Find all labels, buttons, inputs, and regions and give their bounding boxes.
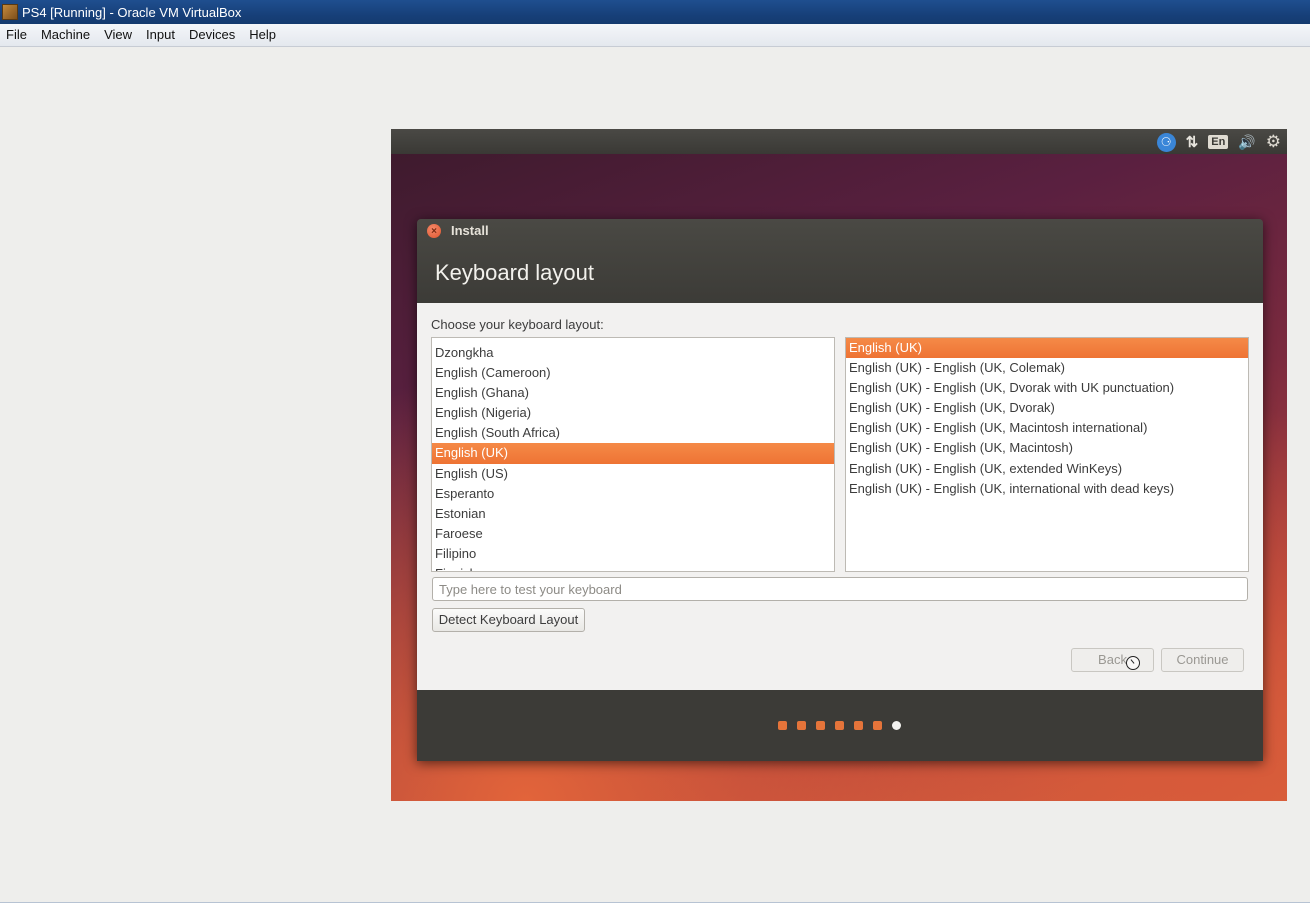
install-footer xyxy=(417,690,1263,761)
menu-machine[interactable]: Machine xyxy=(34,24,97,46)
detect-keyboard-layout-button[interactable]: Detect Keyboard Layout xyxy=(432,608,585,632)
layout-list-item[interactable]: English (UK) xyxy=(432,443,834,464)
layout-list[interactable]: Dzongkha English (Cameroon) English (Ghana… xyxy=(431,337,835,572)
variant-list-item[interactable]: English (UK) - English (UK, Dvorak with … xyxy=(846,378,1248,398)
vm-window-title: PS4 [Running] - Oracle VM VirtualBox xyxy=(22,4,242,20)
progress-dot xyxy=(778,721,787,730)
layout-list-item[interactable]: English (Cameroon) xyxy=(432,363,834,383)
vm-window-titlebar: PS4 [Running] - Oracle VM VirtualBox xyxy=(0,0,1310,24)
layout-list-item[interactable]: Faroese xyxy=(432,524,834,544)
layout-list-item[interactable]: English (Nigeria) xyxy=(432,403,834,423)
variant-list-item[interactable]: English (UK) - English (UK, internationa… xyxy=(846,479,1248,499)
progress-dot xyxy=(854,721,863,730)
layout-list-item[interactable]: Filipino xyxy=(432,544,834,564)
continue-button[interactable]: Continue xyxy=(1161,648,1244,672)
network-icon[interactable]: ⇅ xyxy=(1186,133,1199,151)
layout-list-item[interactable]: English (South Africa) xyxy=(432,423,834,443)
progress-dot xyxy=(835,721,844,730)
variant-list-item[interactable]: English (UK) - English (UK, Macintosh in… xyxy=(846,418,1248,438)
guest-screen: ⚆ ⇅ En 🔊 ⚙ × Install Keyboard layout Cho… xyxy=(391,129,1287,801)
install-window-title: Install xyxy=(451,223,489,238)
menu-devices[interactable]: Devices xyxy=(182,24,242,46)
virtualbox-icon xyxy=(2,4,18,20)
progress-dots xyxy=(778,721,901,730)
ubuntu-top-panel: ⚆ ⇅ En 🔊 ⚙ xyxy=(391,129,1287,154)
choose-layout-label: Choose your keyboard layout: xyxy=(431,317,604,332)
variant-list-item[interactable]: English (UK) xyxy=(846,338,1248,359)
menu-file[interactable]: File xyxy=(0,24,34,46)
install-header: × Install Keyboard layout xyxy=(417,219,1263,303)
progress-dot-current xyxy=(892,721,901,730)
variant-list-item[interactable]: English (UK) - English (UK, extended Win… xyxy=(846,459,1248,479)
close-icon[interactable]: × xyxy=(427,224,441,238)
install-window: × Install Keyboard layout Choose your ke… xyxy=(417,219,1263,761)
layout-list-item[interactable]: Estonian xyxy=(432,504,834,524)
back-button[interactable]: Back xyxy=(1071,648,1154,672)
vm-statusbar xyxy=(0,902,1310,906)
page-title: Keyboard layout xyxy=(435,260,594,285)
layout-list-item[interactable]: Finnish xyxy=(432,564,834,571)
volume-icon[interactable]: 🔊 xyxy=(1238,134,1255,151)
layout-list-item[interactable]: Dzongkha xyxy=(432,343,834,363)
keyboard-layout-icon[interactable]: En xyxy=(1208,135,1229,149)
menu-view[interactable]: View xyxy=(97,24,139,46)
gear-icon[interactable]: ⚙ xyxy=(1266,132,1281,152)
busy-cursor-icon xyxy=(1126,656,1140,670)
layout-list-item[interactable]: English (Ghana) xyxy=(432,383,834,403)
menu-input[interactable]: Input xyxy=(139,24,182,46)
layout-list-item[interactable]: English (US) xyxy=(432,464,834,484)
menu-help[interactable]: Help xyxy=(242,24,283,46)
accessibility-icon[interactable]: ⚆ xyxy=(1156,132,1176,152)
keyboard-test-input[interactable] xyxy=(432,577,1248,601)
variant-list-item[interactable]: English (UK) - English (UK, Dvorak) xyxy=(846,398,1248,418)
variant-list[interactable]: English (UK) English (UK) - English (UK, … xyxy=(845,337,1249,572)
vm-menubar: File Machine View Input Devices Help xyxy=(0,24,1310,47)
install-body: Choose your keyboard layout: Dzongkha Eng… xyxy=(417,303,1263,690)
variant-list-item[interactable]: English (UK) - English (UK, Macintosh) xyxy=(846,438,1248,458)
progress-dot xyxy=(816,721,825,730)
progress-dot xyxy=(797,721,806,730)
variant-list-item[interactable]: English (UK) - English (UK, Colemak) xyxy=(846,358,1248,378)
progress-dot xyxy=(873,721,882,730)
layout-list-item[interactable]: Esperanto xyxy=(432,484,834,504)
